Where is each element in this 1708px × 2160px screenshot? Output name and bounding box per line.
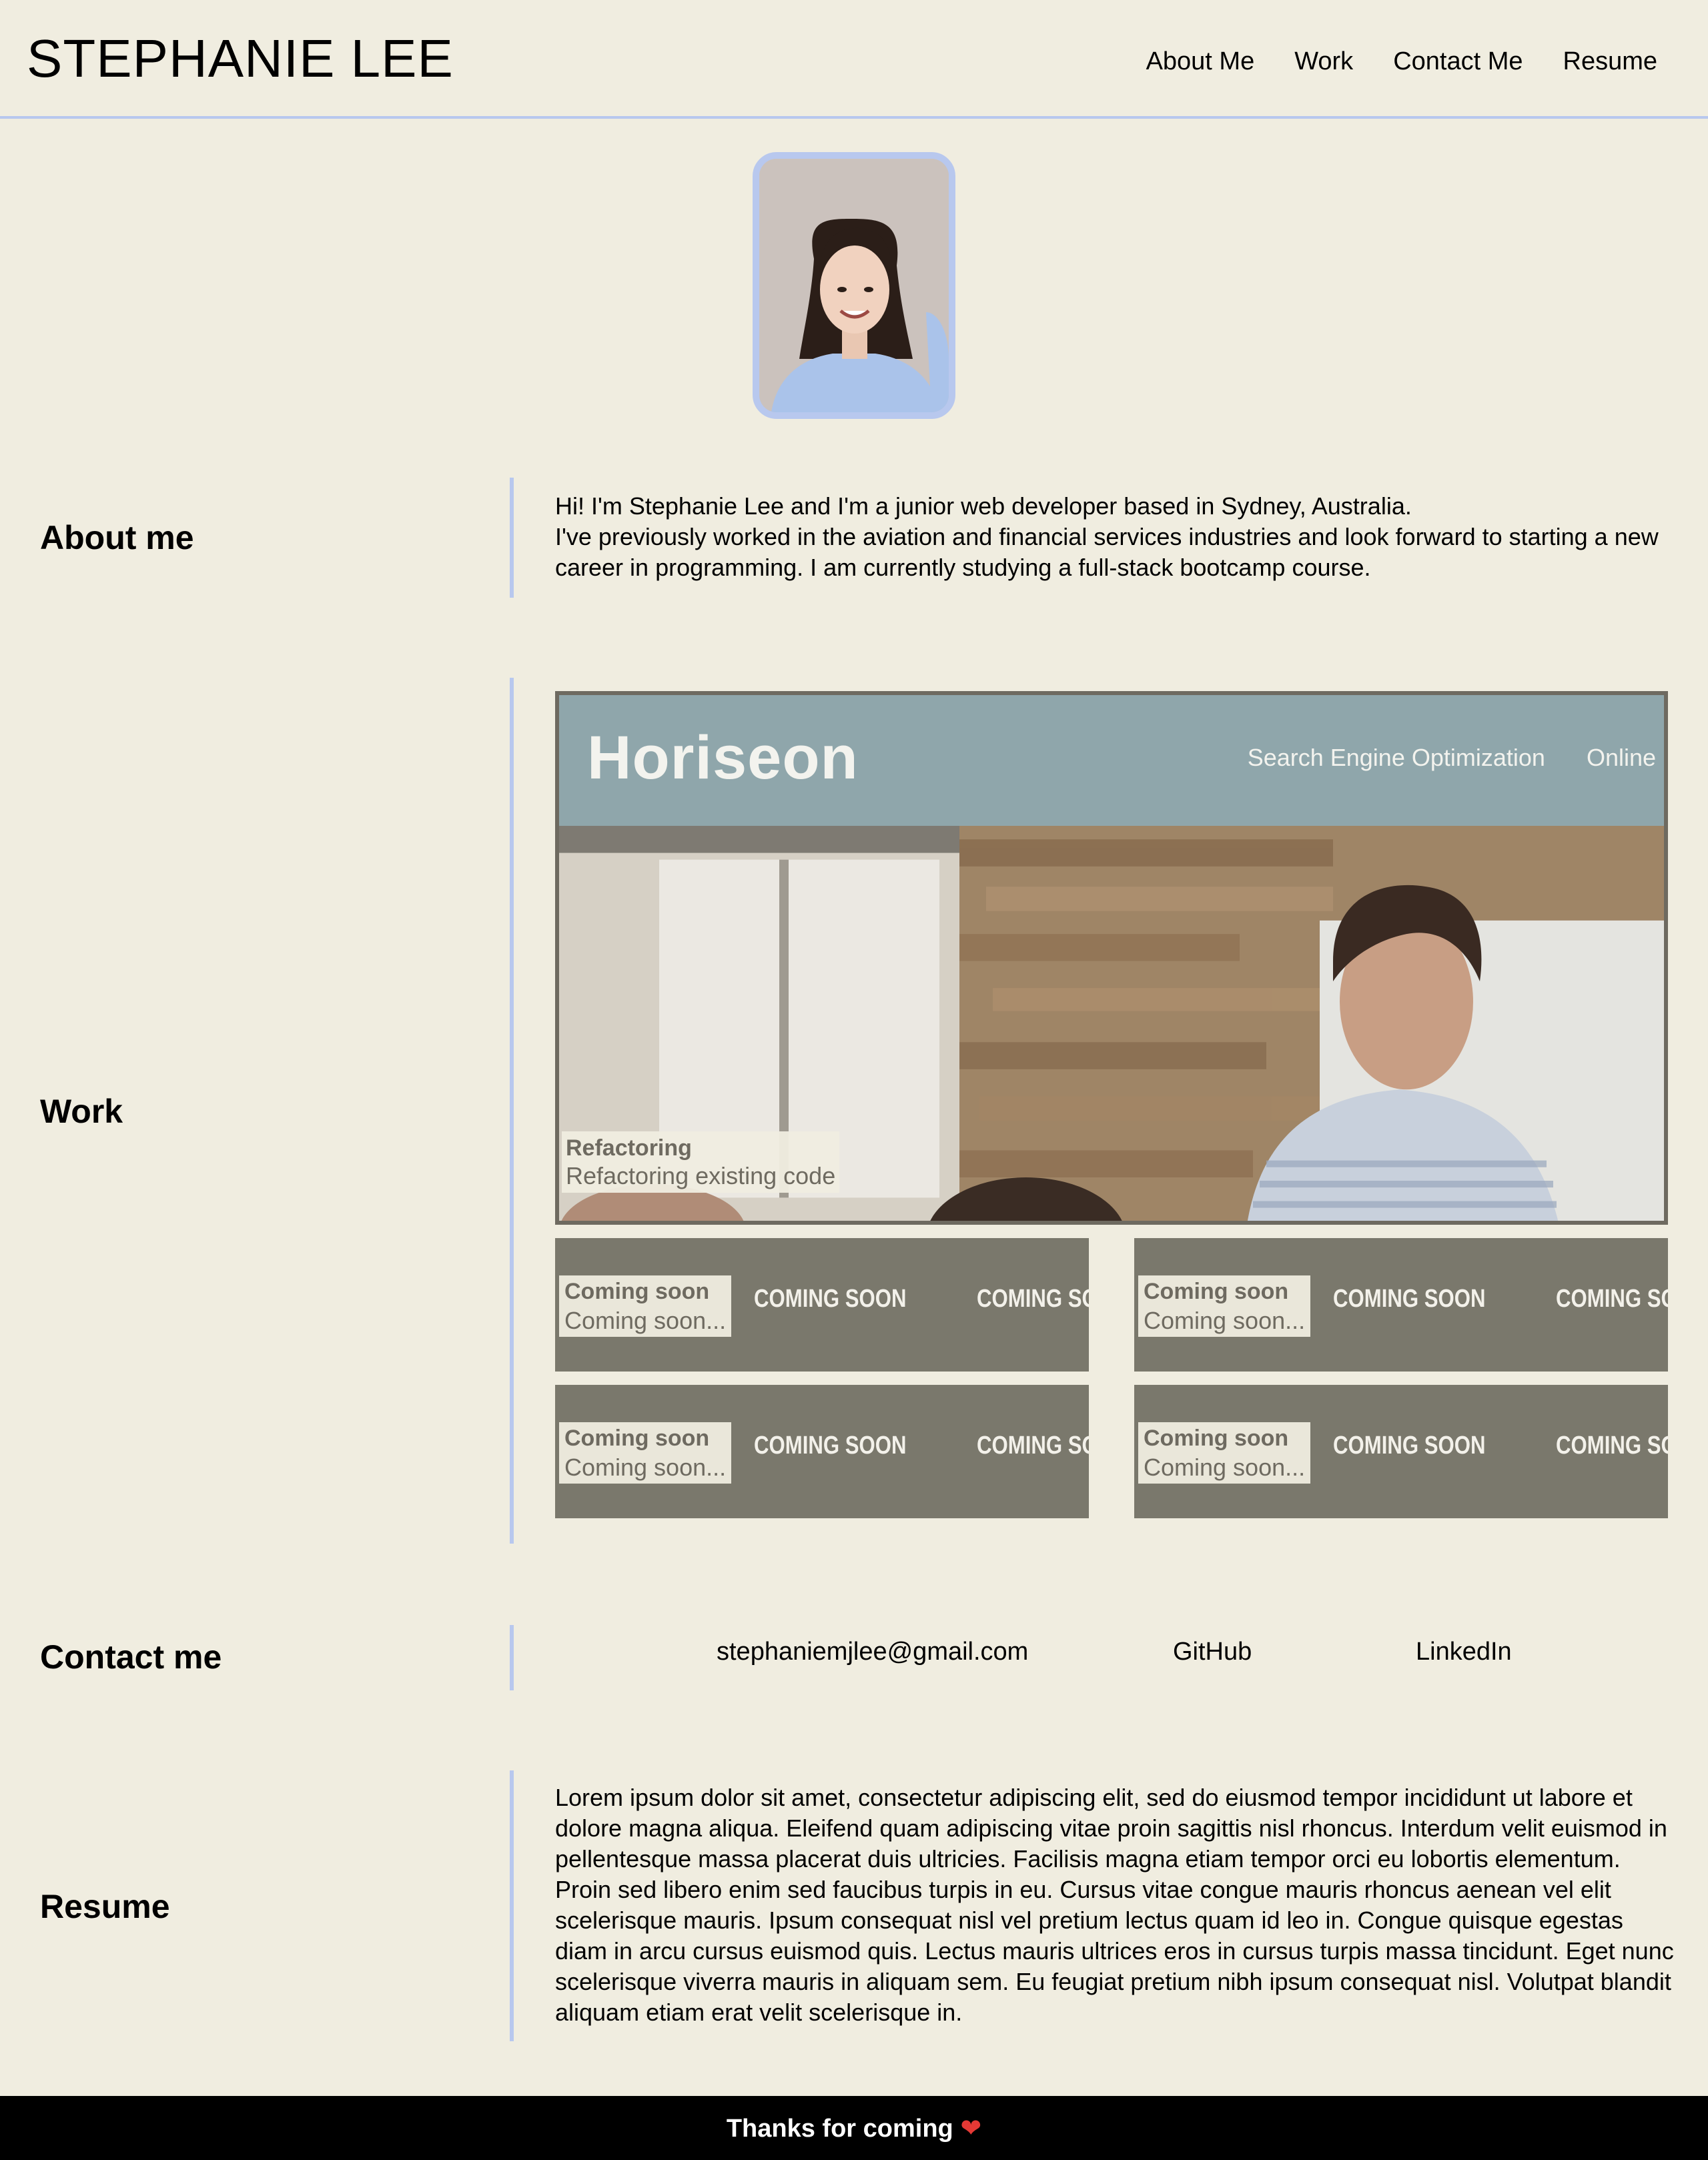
project-description: Coming soon... (1144, 1454, 1306, 1481)
project-title: Coming soon (1144, 1426, 1289, 1451)
screenshot-nav-item: Online (1586, 744, 1656, 771)
project-description: Coming soon... (564, 1454, 727, 1481)
project-title: Coming soon (1144, 1279, 1289, 1304)
project-title: Coming soon (564, 1426, 710, 1451)
about-text: Hi! I'm Stephanie Lee and I'm a junior w… (555, 491, 1676, 583)
screenshot-nav: Search Engine Optimization Online (1248, 743, 1656, 772)
coming-soon-banner: COMING SOON (754, 1432, 907, 1460)
screenshot-nav-item: Search Engine Optimization (1247, 744, 1545, 771)
project-description: Coming soon... (564, 1307, 727, 1334)
heart-icon: ❤ (960, 2115, 982, 2143)
about-bio: I've previously worked in the aviation a… (555, 523, 1659, 581)
coming-soon-banner: COMING SO (977, 1432, 1089, 1460)
nav-contact-me[interactable]: Contact Me (1393, 44, 1523, 79)
coming-soon-banner: COMING SO (1556, 1432, 1668, 1460)
site-title: STEPHANIE LEE (27, 29, 454, 88)
nav-resume[interactable]: Resume (1563, 44, 1658, 79)
project-caption: Coming soon Coming soon... (1138, 1275, 1311, 1337)
project-card-coming-soon[interactable]: COMING SOON COMING SO Coming soon Coming… (555, 1385, 1089, 1518)
project-caption: Coming soon Coming soon... (1138, 1422, 1311, 1484)
site-footer: Thanks for coming ❤ (0, 2096, 1708, 2160)
project-card-coming-soon[interactable]: COMING SOON COMING SO Coming soon Coming… (1134, 1385, 1668, 1518)
resume-heading: Resume (40, 1888, 170, 1925)
project-title: Refactoring (566, 1135, 692, 1161)
project-caption: Coming soon Coming soon... (559, 1275, 732, 1337)
coming-soon-banner: COMING SOON (1333, 1432, 1486, 1460)
coming-soon-banner: COMING SO (977, 1285, 1089, 1313)
profile-avatar (753, 152, 955, 419)
project-screenshot-header: Horiseon Search Engine Optimization Onli… (559, 695, 1664, 826)
email-link[interactable]: stephaniemjlee@gmail.com (717, 1634, 1028, 1669)
footer-text: Thanks for coming (726, 2115, 953, 2143)
section-divider (510, 1770, 514, 2041)
coming-soon-banner: COMING SOON (1333, 1285, 1486, 1313)
project-card-coming-soon[interactable]: COMING SOON COMING SO Coming soon Coming… (1134, 1238, 1668, 1372)
resume-text: Lorem ipsum dolor sit amet, consectetur … (555, 1784, 1674, 2026)
project-caption: Coming soon Coming soon... (559, 1422, 732, 1484)
profile-photo (759, 159, 949, 412)
linkedin-link[interactable]: LinkedIn (1416, 1634, 1512, 1669)
footer-message: Thanks for coming ❤ (0, 2112, 1708, 2145)
project-title: Coming soon (564, 1279, 710, 1304)
nav-work[interactable]: Work (1294, 44, 1353, 79)
about-heading: About me (40, 519, 194, 556)
screenshot-logo: Horiseon (587, 724, 859, 792)
work-heading: Work (40, 1093, 123, 1130)
coming-soon-banner: COMING SO (1556, 1285, 1668, 1313)
section-divider (510, 478, 514, 598)
project-card-refactoring[interactable]: Horiseon Search Engine Optimization Onli… (555, 691, 1668, 1225)
site-header: STEPHANIE LEE About Me Work Contact Me R… (0, 0, 1708, 119)
section-divider (510, 678, 514, 1544)
nav-about-me[interactable]: About Me (1146, 44, 1255, 79)
contact-links: stephaniemjlee@gmail.com GitHub LinkedIn (0, 1634, 1708, 1672)
main-nav: About Me Work Contact Me Resume (1146, 44, 1657, 79)
github-link[interactable]: GitHub (1173, 1634, 1252, 1669)
project-description: Coming soon... (1144, 1307, 1306, 1334)
project-caption: Refactoring Refactoring existing code (562, 1131, 840, 1193)
about-intro: Hi! I'm Stephanie Lee and I'm a junior w… (555, 492, 1412, 520)
project-description: Refactoring existing code (566, 1162, 836, 1189)
project-card-coming-soon[interactable]: COMING SOON COMING SO Coming soon Coming… (555, 1238, 1089, 1372)
coming-soon-banner: COMING SOON (754, 1285, 907, 1313)
